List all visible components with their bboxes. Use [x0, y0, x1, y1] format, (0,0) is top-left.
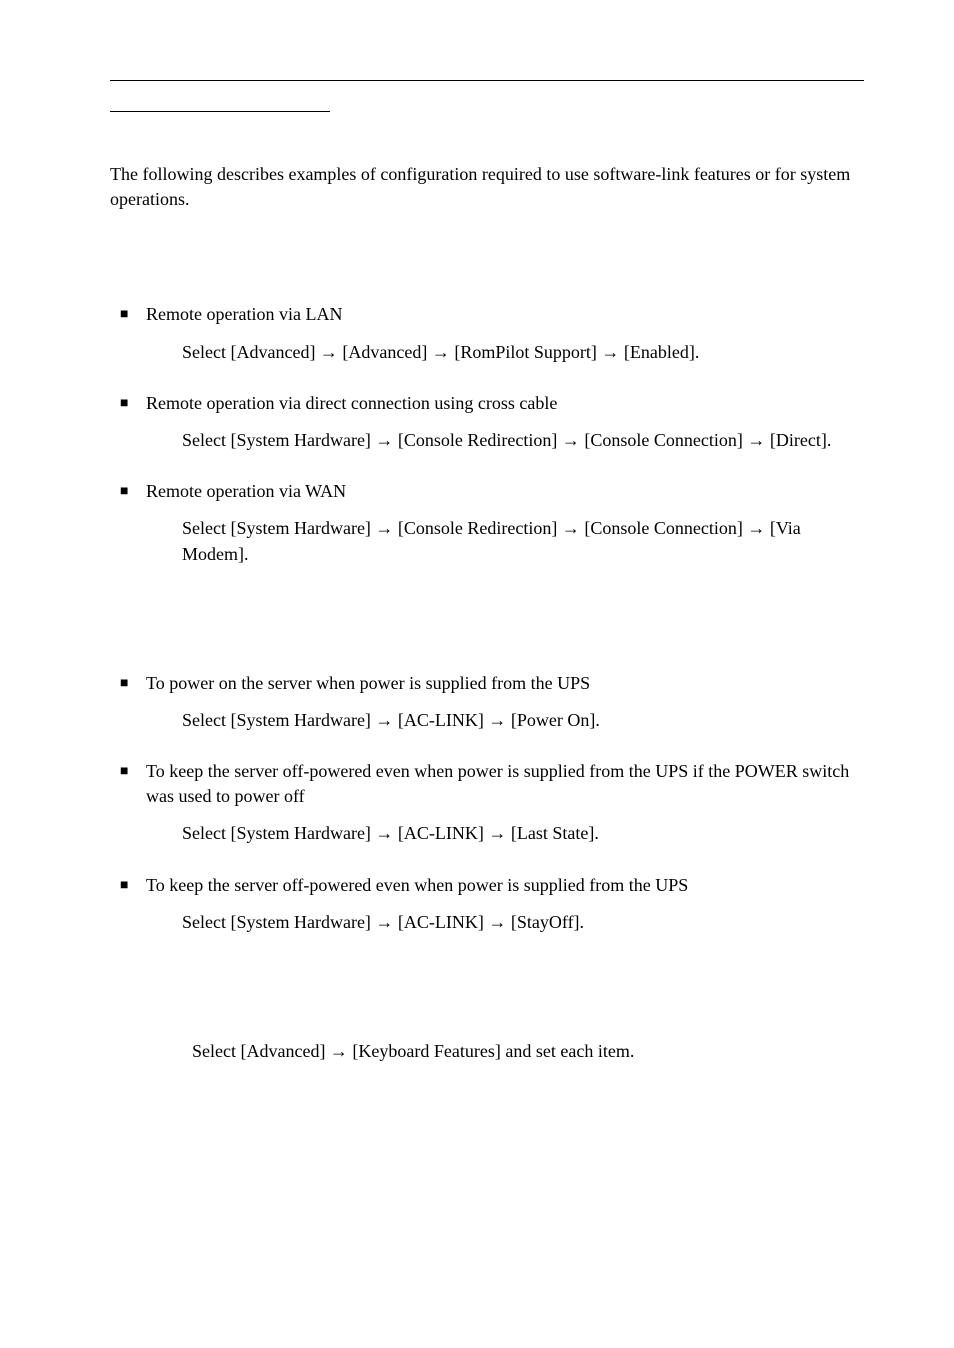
list-item-sub: Select [System Hardware] → [Console Redi… — [146, 428, 864, 453]
bullet-icon: ■ — [110, 759, 146, 861]
section-3-sub: Select [Advanced] → [Keyboard Features] … — [110, 1039, 864, 1064]
bullet-icon: ■ — [110, 479, 146, 581]
list-item: ■ To keep the server off-powered even wh… — [110, 873, 864, 949]
list-item-content: Remote operation via WAN Select [System … — [146, 479, 864, 581]
bullet-icon: ■ — [110, 671, 146, 747]
bullet-icon: ■ — [110, 302, 146, 378]
list-item: ■ To power on the server when power is s… — [110, 671, 864, 747]
list-item-content: To keep the server off-powered even when… — [146, 873, 864, 949]
list-item-sub: Select [Advanced] → [Advanced] → [RomPil… — [146, 340, 864, 365]
list-item-content: Remote operation via direct connection u… — [146, 391, 864, 467]
page-container: The following describes examples of conf… — [0, 0, 954, 1144]
bullet-icon: ■ — [110, 873, 146, 949]
list-item-content: To power on the server when power is sup… — [146, 671, 864, 747]
list-item-lead: To power on the server when power is sup… — [146, 671, 864, 696]
top-rule — [110, 80, 864, 81]
section-1-list: ■ Remote operation via LAN Select [Advan… — [110, 302, 864, 580]
intro-paragraph: The following describes examples of conf… — [110, 162, 864, 212]
short-rule — [110, 111, 330, 112]
list-item-lead: Remote operation via direct connection u… — [146, 391, 864, 416]
list-item: ■ To keep the server off-powered even wh… — [110, 759, 864, 861]
list-item-lead: Remote operation via WAN — [146, 479, 864, 504]
list-item-sub: Select [System Hardware] → [Console Redi… — [146, 516, 864, 566]
list-item: ■ Remote operation via WAN Select [Syste… — [110, 479, 864, 581]
list-item-content: Remote operation via LAN Select [Advance… — [146, 302, 864, 378]
list-item-lead: To keep the server off-powered even when… — [146, 873, 864, 898]
bullet-icon: ■ — [110, 391, 146, 467]
section-2-list: ■ To power on the server when power is s… — [110, 671, 864, 949]
list-item: ■ Remote operation via LAN Select [Advan… — [110, 302, 864, 378]
list-item: ■ Remote operation via direct connection… — [110, 391, 864, 467]
list-item-sub: Select [System Hardware] → [AC-LINK] → [… — [146, 910, 864, 935]
list-item-sub: Select [System Hardware] → [AC-LINK] → [… — [146, 708, 864, 733]
list-item-lead: To keep the server off-powered even when… — [146, 759, 864, 809]
list-item-content: To keep the server off-powered even when… — [146, 759, 864, 861]
list-item-sub: Select [System Hardware] → [AC-LINK] → [… — [146, 821, 864, 846]
list-item-lead: Remote operation via LAN — [146, 302, 864, 327]
